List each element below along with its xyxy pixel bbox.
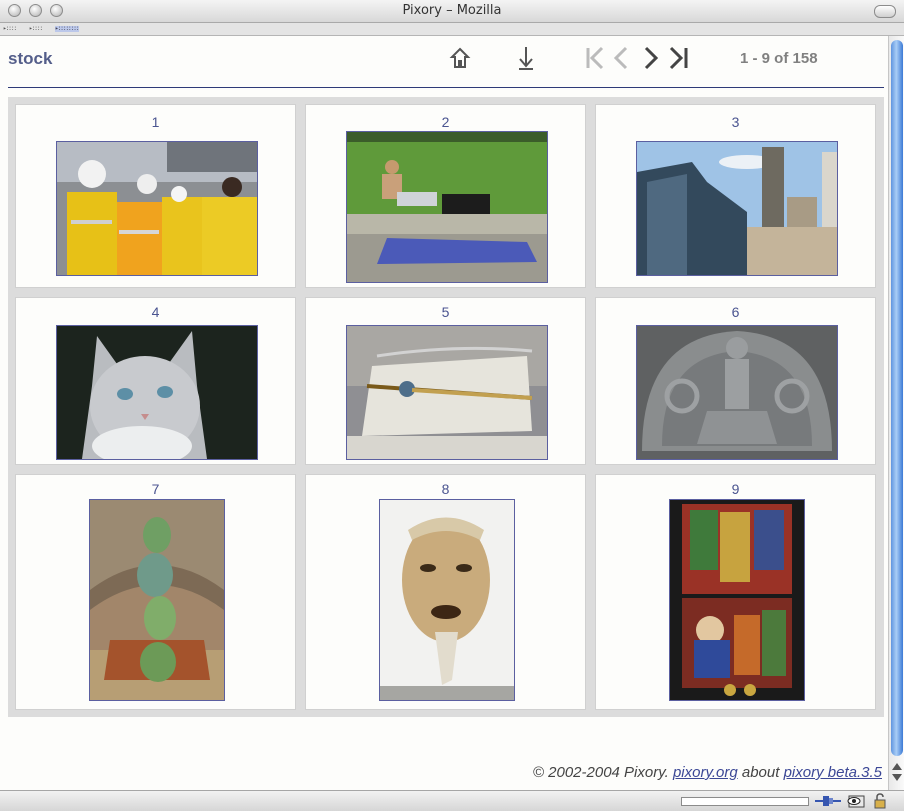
item-number: 9 [731, 481, 740, 497]
item-number: 4 [151, 304, 160, 320]
item-number: 7 [151, 481, 160, 497]
lock-icon[interactable] [872, 793, 888, 809]
header-divider [8, 87, 884, 88]
gallery-item-7[interactable]: 7 [15, 474, 296, 710]
gallery-item-2[interactable]: 2 [305, 104, 586, 288]
popup-blocker-icon[interactable] [846, 793, 866, 809]
next-page-icon[interactable] [642, 46, 660, 70]
katana-sword-photo[interactable] [346, 325, 548, 460]
man-on-grass-photo[interactable] [346, 131, 548, 283]
gallery-item-4[interactable]: 4 [15, 297, 296, 465]
window-title: Pixory – Mozilla [402, 3, 502, 18]
noh-mask-photo[interactable] [379, 499, 515, 701]
stained-glass-photo[interactable] [669, 499, 805, 701]
cat-photo[interactable] [56, 325, 258, 460]
home-icon[interactable] [449, 46, 471, 70]
footer: © 2002-2004 Pixory. pixory.org about pix… [533, 764, 882, 781]
scroll-down-arrow[interactable] [892, 774, 902, 781]
page-counter: 1 - 9 of 158 [740, 50, 818, 67]
gallery-item-9[interactable]: 9 [595, 474, 876, 710]
city-buildings-photo[interactable] [636, 141, 838, 276]
item-number: 2 [441, 114, 450, 130]
scroll-up-arrow[interactable] [892, 763, 902, 770]
item-number: 5 [441, 304, 450, 320]
gallery-item-1[interactable]: 1 [15, 104, 296, 288]
item-number: 3 [731, 114, 740, 130]
copyright-text: © 2002-2004 Pixory. [532, 764, 669, 781]
status-bar [0, 790, 904, 811]
download-icon[interactable] [516, 45, 536, 71]
scrollbar-thumb[interactable] [891, 40, 903, 756]
item-number: 6 [731, 304, 740, 320]
progress-bar [681, 797, 809, 806]
connection-icon[interactable] [814, 793, 842, 809]
toolbar-toggle-button[interactable] [874, 5, 896, 18]
window-titlebar: Pixory – Mozilla [0, 0, 904, 23]
first-page-icon [586, 46, 604, 70]
tab-3[interactable]: ▸:::::::: [55, 26, 79, 32]
item-number: 1 [151, 114, 160, 130]
item-number: 8 [441, 481, 450, 497]
tab-strip: ▸:::: ▸:::: ▸:::::::: [0, 23, 904, 36]
construction-workers-photo[interactable] [56, 141, 258, 276]
stone-relief-photo[interactable] [636, 325, 838, 460]
vertical-scrollbar[interactable] [888, 36, 904, 790]
pixory-org-link[interactable]: pixory.org [673, 764, 738, 781]
pixory-version-link[interactable]: pixory beta.3.5 [784, 764, 882, 781]
previous-page-icon [613, 46, 628, 70]
about-text: about [741, 764, 780, 781]
tab-2[interactable]: ▸:::: [29, 26, 43, 32]
gallery-item-8[interactable]: 8 [305, 474, 586, 710]
glass-chandelier-photo[interactable] [89, 499, 225, 701]
gallery-item-6[interactable]: 6 [595, 297, 876, 465]
thumbnail-grid: 1 2 3 4 5 6 7 8 9 [8, 97, 884, 717]
page-content: stock 1 - 9 of 158 1 2 3 4 5 6 7 8 9 © 2… [0, 36, 888, 790]
site-logo[interactable]: stock [8, 49, 52, 69]
gallery-item-3[interactable]: 3 [595, 104, 876, 288]
last-page-icon[interactable] [667, 46, 691, 70]
tab-1[interactable]: ▸:::: [3, 26, 17, 32]
gallery-item-5[interactable]: 5 [305, 297, 586, 465]
